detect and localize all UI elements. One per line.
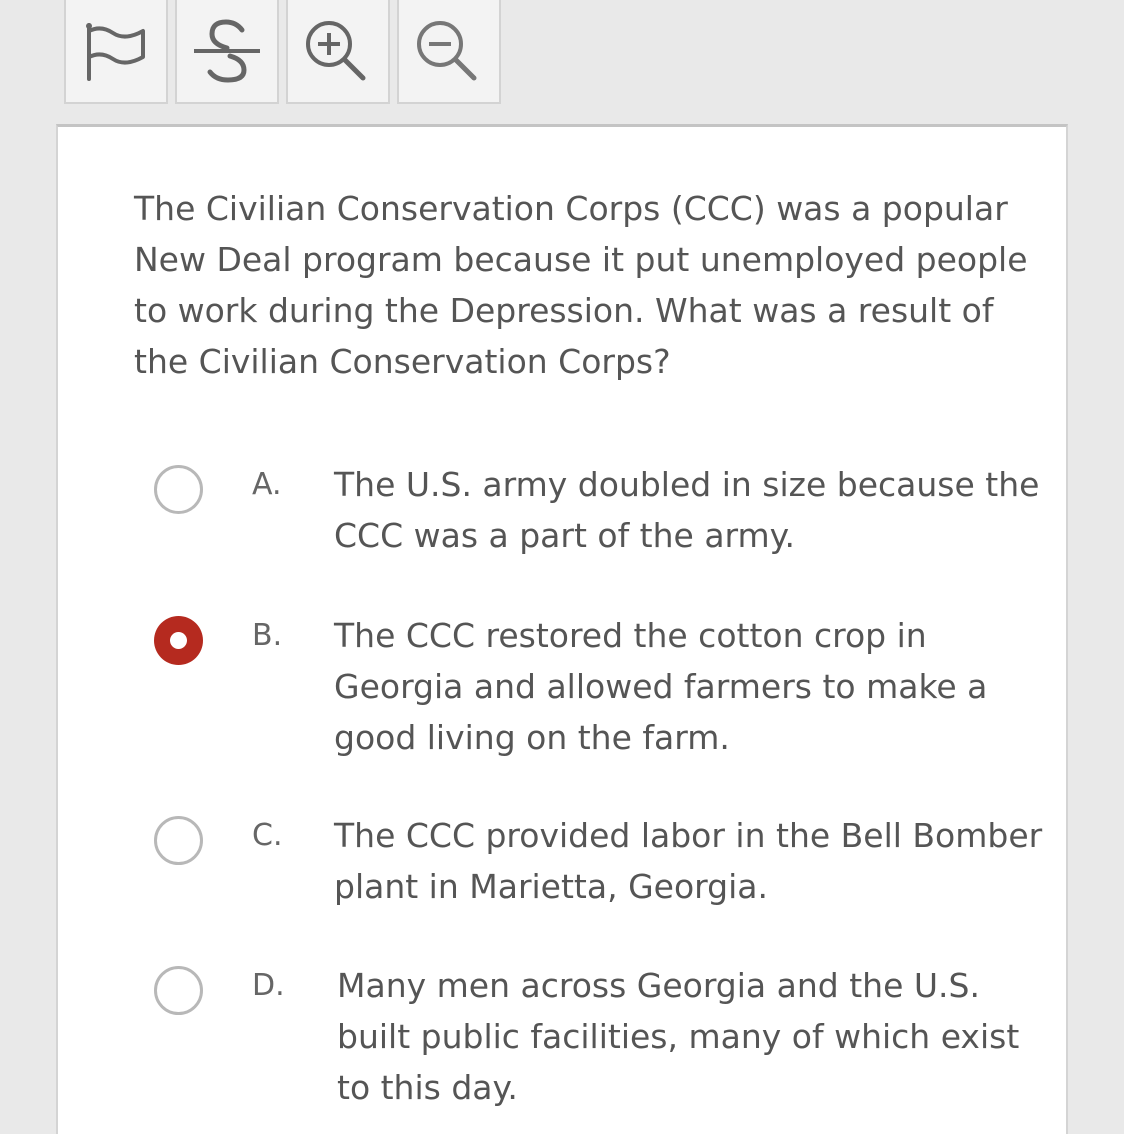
option-text-c: The CCC provided labor in the Bell Bombe… (334, 816, 1043, 906)
answer-option-a[interactable]: A. The U.S. army doubled in size because… (154, 459, 1054, 599)
flag-button[interactable] (64, 0, 168, 104)
option-letter-a: A. (252, 467, 282, 502)
zoom-out-icon (412, 16, 486, 86)
answer-option-b[interactable]: B. The CCC restored the cotton crop in G… (154, 610, 1054, 757)
option-letter-d: D. (252, 968, 285, 1003)
option-letter-b: B. (252, 618, 283, 653)
strikethrough-button[interactable] (175, 0, 279, 104)
option-text-d: Many men across Georgia and the U.S. bui… (337, 966, 1020, 1107)
radio-button-b-selected[interactable] (154, 616, 203, 665)
answer-option-d[interactable]: D. Many men across Georgia and the U.S. … (154, 960, 1054, 1107)
radio-button-a[interactable] (154, 465, 203, 514)
zoom-in-icon (301, 16, 375, 86)
radio-button-c[interactable] (154, 816, 203, 865)
question-text: The Civilian Conservation Corps (CCC) wa… (134, 189, 1028, 381)
zoom-in-button[interactable] (286, 0, 390, 104)
question-card: The Civilian Conservation Corps (CCC) wa… (56, 124, 1068, 1134)
strikethrough-icon (190, 18, 264, 84)
option-text-b: The CCC restored the cotton crop in Geor… (334, 616, 988, 757)
option-letter-c: C. (252, 818, 283, 853)
radio-button-d[interactable] (154, 966, 203, 1015)
toolbar (64, 0, 508, 106)
answer-option-c[interactable]: C. The CCC provided labor in the Bell Bo… (154, 810, 1054, 950)
flag-icon (81, 21, 151, 81)
zoom-out-button[interactable] (397, 0, 501, 104)
option-text-a: The U.S. army doubled in size because th… (334, 465, 1040, 555)
